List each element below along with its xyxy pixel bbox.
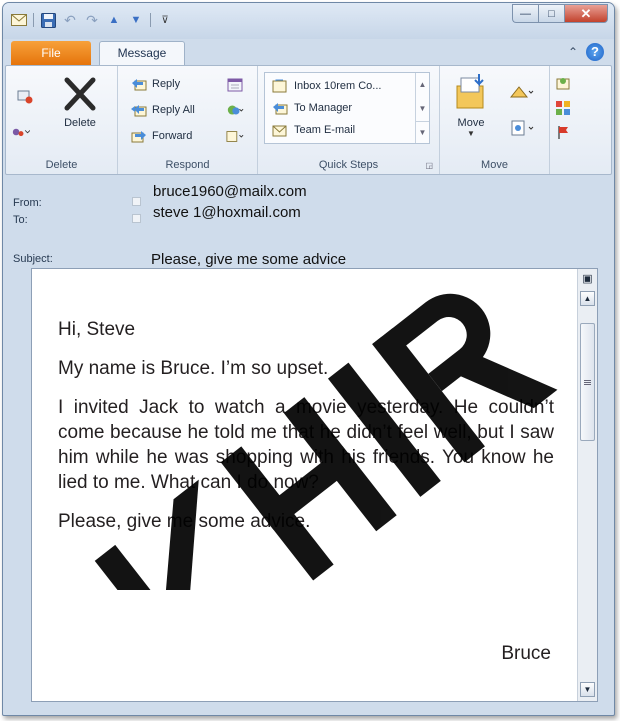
group-delete: Delete Delete [6, 66, 118, 174]
move-label: Move [457, 117, 485, 129]
ribbon-tab-controls: ⌃ ? [568, 43, 604, 61]
forward-button[interactable]: Forward [130, 128, 192, 144]
help-icon[interactable]: ? [586, 43, 604, 61]
quick-step-inbox[interactable]: Inbox 10rem Co... [271, 78, 381, 94]
minimize-ribbon-icon[interactable]: ⌃ [568, 45, 578, 59]
more-respond-icon[interactable] [226, 128, 244, 144]
title-bar: ↶ ↷ ▲ ▼ ⊽ — □ ✕ [3, 3, 614, 39]
group-label-delete: Delete [45, 159, 78, 171]
categorize-icon[interactable] [554, 100, 572, 116]
maximize-button[interactable]: □ [538, 4, 564, 23]
follow-up-flag-icon[interactable] [554, 124, 572, 140]
subject-label: Subject: [13, 253, 53, 265]
mark-unread-icon[interactable] [554, 76, 572, 92]
reply-all-label: Reply All [152, 104, 195, 116]
quick-step-team-email[interactable]: Team E-mail [271, 122, 355, 138]
save-icon[interactable] [40, 12, 56, 28]
group-label-quick-steps: Quick Steps [318, 159, 379, 171]
to-label: To: [13, 214, 28, 226]
tab-message[interactable]: Message [99, 41, 185, 66]
redo-icon[interactable]: ↷ [84, 12, 100, 28]
quick-steps-scroll[interactable]: ▲ ▼ ▼ [415, 73, 429, 143]
body-paragraph-1: My name is Bruce. I’m so upset. [58, 358, 329, 379]
scroll-up-button[interactable]: ▲ [580, 291, 595, 306]
cleanup-icon[interactable] [12, 124, 30, 140]
up-arrow-icon[interactable]: ▲ [106, 12, 122, 28]
delete-label: Delete [64, 117, 96, 129]
customize-toolbar-icon[interactable]: ⊽ [157, 12, 173, 28]
reply-button[interactable]: Reply [130, 76, 180, 92]
signature: Bruce [501, 643, 551, 664]
message-text: Hi, Steve My name is Bruce. I’m so upset… [58, 317, 554, 548]
reply-icon [130, 76, 148, 92]
group-label-move: Move [481, 159, 508, 171]
vertical-scrollbar[interactable]: ▣ ▲ ▼ [577, 269, 597, 701]
grip-icon [584, 380, 591, 385]
group-respond: Reply Reply All Forward Respond [118, 66, 258, 174]
actions-icon[interactable] [508, 120, 536, 136]
window-controls: — □ ✕ [512, 4, 608, 23]
to-address[interactable]: steve 1@hoxmail.com [153, 204, 301, 221]
from-address[interactable]: bruce1960@mailx.com [153, 183, 307, 200]
inbox-icon [271, 78, 289, 94]
down-arrow-icon[interactable]: ▼ [128, 12, 144, 28]
body-paragraph-2: I invited Jack to watch a movie yesterda… [58, 397, 554, 493]
move-folder-icon [456, 74, 484, 109]
dialog-launcher-icon[interactable]: ◲ [425, 161, 433, 170]
undo-icon[interactable]: ↶ [62, 12, 78, 28]
subject-value: Please, give me some advice [151, 251, 347, 268]
ribbon: Delete Delete Reply Reply All Forward Re… [5, 65, 612, 175]
im-reply-icon[interactable] [226, 102, 244, 118]
reply-label: Reply [152, 78, 181, 90]
rules-icon[interactable] [508, 84, 536, 100]
toolbar-separator [33, 13, 34, 27]
forward-label: Forward [152, 130, 193, 142]
forward-icon [130, 128, 148, 144]
quick-access-toolbar: ↶ ↷ ▲ ▼ ⊽ [11, 12, 173, 28]
group-quick-steps: Inbox 10rem Co... To Manager Team E-mail… [258, 66, 440, 174]
minimize-button[interactable]: — [512, 4, 538, 23]
quick-steps-gallery: Inbox 10rem Co... To Manager Team E-mail… [264, 72, 430, 144]
body-paragraph-3: Please, give me some advice. [58, 511, 311, 532]
message-headers: From: bruce1960@mailx.com To: steve 1@ho… [5, 179, 612, 274]
scroll-down-button[interactable]: ▼ [580, 682, 595, 697]
team-email-icon [271, 122, 289, 138]
from-presence-icon [132, 197, 141, 206]
scroll-thumb[interactable] [580, 323, 595, 441]
group-label-respond: Respond [165, 159, 210, 171]
message-body[interactable]: Hi, Steve My name is Bruce. I’m so upset… [31, 268, 598, 702]
group-tags [550, 66, 612, 174]
envelope-icon[interactable] [11, 12, 27, 28]
close-button[interactable]: ✕ [564, 4, 608, 23]
delete-button[interactable]: Delete [52, 74, 108, 129]
ignore-icon[interactable] [16, 88, 34, 104]
from-label: From: [13, 197, 42, 209]
email-window: ↶ ↷ ▲ ▼ ⊽ — □ ✕ File Message ⌃ ? Delete … [2, 2, 615, 716]
greeting: Hi, Steve [58, 319, 136, 340]
delete-x-icon [64, 77, 96, 111]
toolbar-separator [150, 13, 151, 27]
reply-all-icon [130, 102, 148, 118]
to-presence-icon [132, 214, 141, 223]
move-button[interactable]: Move ▼ [448, 72, 494, 138]
ribbon-tabs: File Message ⌃ ? [3, 39, 614, 66]
group-move: Move ▼ Move [440, 66, 550, 174]
reply-all-button[interactable]: Reply All [130, 102, 195, 118]
move-dropdown-icon: ▼ [467, 129, 475, 138]
meeting-icon[interactable] [226, 76, 244, 92]
quick-step-to-manager[interactable]: To Manager [271, 100, 352, 116]
view-options-icon[interactable]: ▣ [580, 273, 595, 288]
tab-file[interactable]: File [11, 41, 91, 65]
manager-icon [271, 100, 289, 116]
